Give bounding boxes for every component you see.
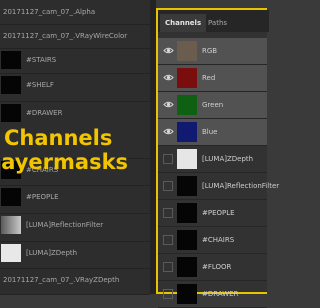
channel-label: [LUMA]ZDepth bbox=[202, 155, 254, 163]
channel-row[interactable]: [LUMA]ZDepth bbox=[158, 146, 267, 173]
channel-row[interactable]: Red bbox=[158, 65, 267, 92]
layer-name: #DRAWER bbox=[26, 109, 63, 117]
layer-row[interactable]: [LUMA]ReflectionFilter bbox=[0, 213, 150, 242]
layer-name: [LUMA]ZDepth bbox=[26, 249, 78, 257]
channels-panel: Channels Paths RGB Red Green Blue [LUMA]ZDept… bbox=[156, 8, 279, 308]
channel-thumbnail bbox=[177, 284, 197, 304]
layer-thumbnail bbox=[1, 104, 21, 122]
layer-name: 20171127_cam_07_.VRayWireColor bbox=[3, 32, 128, 40]
channel-label: Green bbox=[202, 101, 224, 109]
channel-row[interactable]: [LUMA]ReflectionFilter bbox=[158, 173, 279, 200]
layer-thumbnail bbox=[1, 76, 21, 94]
channel-row[interactable]: #PEOPLE bbox=[158, 200, 267, 227]
visibility-toggle[interactable] bbox=[163, 208, 173, 218]
visibility-toggle[interactable] bbox=[163, 181, 173, 191]
channel-row[interactable]: #DRAWER bbox=[158, 281, 267, 308]
channel-thumbnail bbox=[177, 41, 197, 61]
layer-thumbnail bbox=[1, 51, 21, 69]
channel-thumbnail bbox=[177, 257, 197, 277]
overlay-title-line1: Channels bbox=[4, 126, 113, 150]
channel-label: Red bbox=[202, 74, 216, 82]
layer-name: 20171127_cam_07_.VRayZDepth bbox=[3, 276, 120, 284]
layer-row[interactable]: #SHELF bbox=[0, 73, 150, 102]
layer-row[interactable]: 20171127_cam_07_.VRayWireColor bbox=[0, 24, 150, 49]
layer-thumbnail bbox=[1, 244, 21, 262]
layer-thumbnail bbox=[1, 216, 21, 234]
layer-thumbnail bbox=[1, 188, 21, 206]
channel-thumbnail bbox=[177, 122, 197, 142]
channel-label: #CHAIRS bbox=[202, 236, 235, 244]
channel-label: #DRAWER bbox=[202, 290, 239, 298]
overlay-title-line2: layermasks bbox=[0, 150, 129, 174]
channel-row[interactable]: Green bbox=[158, 92, 267, 119]
visibility-toggle[interactable] bbox=[163, 235, 173, 245]
tab-paths[interactable]: Paths bbox=[203, 14, 232, 32]
channel-thumbnail bbox=[177, 176, 197, 196]
channels-panel-tabs: Channels Paths bbox=[158, 10, 269, 32]
channel-thumbnail bbox=[177, 230, 197, 250]
visibility-toggle[interactable] bbox=[163, 262, 173, 272]
channel-label: Blue bbox=[202, 128, 218, 136]
channel-label: #PEOPLE bbox=[202, 209, 235, 217]
tab-channels[interactable]: Channels bbox=[160, 14, 207, 32]
eye-icon[interactable] bbox=[163, 46, 174, 55]
layer-name: #STAIRS bbox=[26, 56, 57, 64]
channel-thumbnail bbox=[177, 203, 197, 223]
layer-row[interactable]: [LUMA]ZDepth bbox=[0, 241, 150, 269]
layer-name: #PEOPLE bbox=[26, 193, 59, 201]
visibility-toggle[interactable] bbox=[163, 154, 173, 164]
eye-icon[interactable] bbox=[163, 127, 174, 136]
channel-thumbnail bbox=[177, 95, 197, 115]
visibility-toggle[interactable] bbox=[163, 289, 173, 299]
layer-name: [LUMA]ReflectionFilter bbox=[26, 221, 104, 229]
channel-label: [LUMA]ReflectionFilter bbox=[202, 182, 280, 190]
channel-label: RGB bbox=[202, 47, 218, 55]
channel-row[interactable]: RGB bbox=[158, 38, 267, 65]
layer-row[interactable]: 20171127_cam_07_.VRayZDepth bbox=[0, 268, 150, 295]
channel-row[interactable]: #CHAIRS bbox=[158, 227, 267, 254]
channel-thumbnail bbox=[177, 149, 197, 169]
layer-name: 20171127_cam_07_.Alpha bbox=[3, 8, 96, 16]
layer-name: #SHELF bbox=[26, 81, 54, 89]
channel-thumbnail bbox=[177, 68, 197, 88]
channel-row[interactable]: #FLOOR bbox=[158, 254, 267, 281]
layer-row[interactable]: #STAIRS bbox=[0, 48, 150, 74]
layer-row[interactable]: 20171127_cam_07_.Alpha bbox=[0, 0, 150, 25]
eye-icon[interactable] bbox=[163, 100, 174, 109]
layer-row[interactable]: #PEOPLE bbox=[0, 185, 150, 214]
channel-label: #FLOOR bbox=[202, 263, 232, 271]
eye-icon[interactable] bbox=[163, 73, 174, 82]
channel-row[interactable]: Blue bbox=[158, 119, 267, 146]
